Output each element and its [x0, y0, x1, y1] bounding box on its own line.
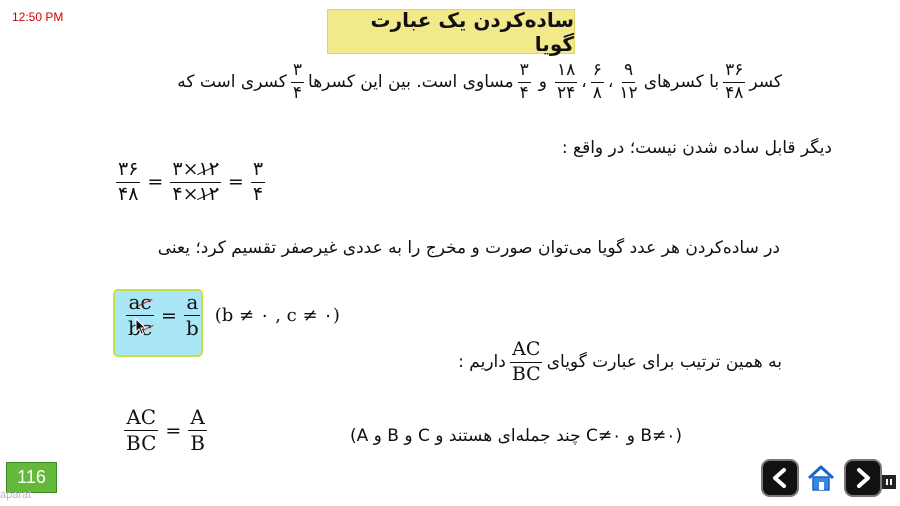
para1-text-2: با کسرهای — [643, 72, 720, 93]
rule-condition: (b ≠ ۰ , c ≠ ۰) — [214, 305, 340, 326]
para4-after: داریم : — [458, 352, 506, 373]
paragraph-2: دیگر قابل ساده شدن نیست؛ در واقع : — [561, 138, 832, 158]
eq1-rhs-fraction: ۳۴ — [250, 158, 266, 205]
separator: ، — [607, 72, 614, 93]
equation-2: AC BC = AB — [120, 407, 211, 454]
clock: 12:50 PM — [12, 10, 64, 24]
para1-text-1: کسر — [749, 72, 782, 93]
eq1-mid-fraction: ۳×۱۲ ۴×۱۲ — [170, 158, 221, 205]
eq2-lhs-fraction: AC BC — [124, 405, 159, 455]
page-title: ساده‌کردن یک عبارت گویا — [327, 8, 575, 56]
home-button[interactable] — [804, 461, 838, 495]
fraction-6-8: ۶۸ — [590, 60, 604, 103]
prev-button[interactable] — [763, 461, 797, 495]
watermark: aparat — [0, 489, 32, 501]
paragraph-1: کسر ۳۶ ۴۸ با کسرهای ۹ ۱۲ ، ۶۸ ، ۱۸ ۲۴ و ۳۴ … — [177, 60, 782, 103]
fraction-36-48: ۳۶ ۴۸ — [723, 60, 746, 103]
fraction-3-4: ۳۴ — [517, 60, 531, 103]
cancellation-rule: ac bc = ab (b ≠ ۰ , c ≠ ۰) — [122, 292, 340, 339]
para1-text-5: کسری است که — [177, 72, 287, 93]
rule-rhs-fraction: ab — [184, 290, 201, 340]
para4-before: به همین ترتیب برای عبارت گویای — [546, 352, 782, 373]
polynomial-note: (A و B و C چند جمله‌ای هستند و C≠۰ و B≠۰… — [349, 426, 682, 446]
mouse-cursor-icon — [135, 318, 147, 336]
paragraph-3: در ساده‌کردن هر عدد گویا می‌توان صورت و … — [157, 238, 780, 258]
cancelled-12: ۱۲ — [198, 158, 219, 180]
para4-fraction: AC BC — [510, 338, 543, 385]
equation-1: ۳۶ ۴۸ = ۳×۱۲ ۴×۱۲ = ۳۴ — [112, 158, 269, 205]
para1-text-3: و — [538, 72, 548, 93]
equals-sign: = — [161, 304, 177, 327]
para1-text-4: مساوی است. بین این کسرها — [308, 72, 514, 93]
cancelled-12: ۱۲ — [198, 182, 219, 205]
home-icon — [807, 465, 835, 491]
eq1-lhs-fraction: ۳۶ ۴۸ — [116, 158, 141, 205]
fraction-9-12: ۹ ۱۲ — [619, 60, 638, 103]
paragraph-4: به همین ترتیب برای عبارت گویای AC BC داری… — [458, 338, 782, 385]
eq2-rhs-fraction: AB — [188, 405, 207, 455]
pause-button[interactable] — [882, 475, 896, 489]
next-button[interactable] — [846, 461, 880, 495]
separator: ، — [581, 72, 587, 93]
fraction-18-24: ۱۸ ۲۴ — [555, 60, 578, 103]
pause-icon — [886, 479, 892, 485]
fraction-3-4-b: ۳۴ — [290, 60, 305, 103]
arrow-left-icon — [773, 468, 786, 488]
equals-sign: = — [147, 171, 164, 194]
arrow-right-icon — [857, 468, 870, 488]
equals-sign: = — [227, 171, 244, 194]
equals-sign: = — [165, 419, 182, 442]
